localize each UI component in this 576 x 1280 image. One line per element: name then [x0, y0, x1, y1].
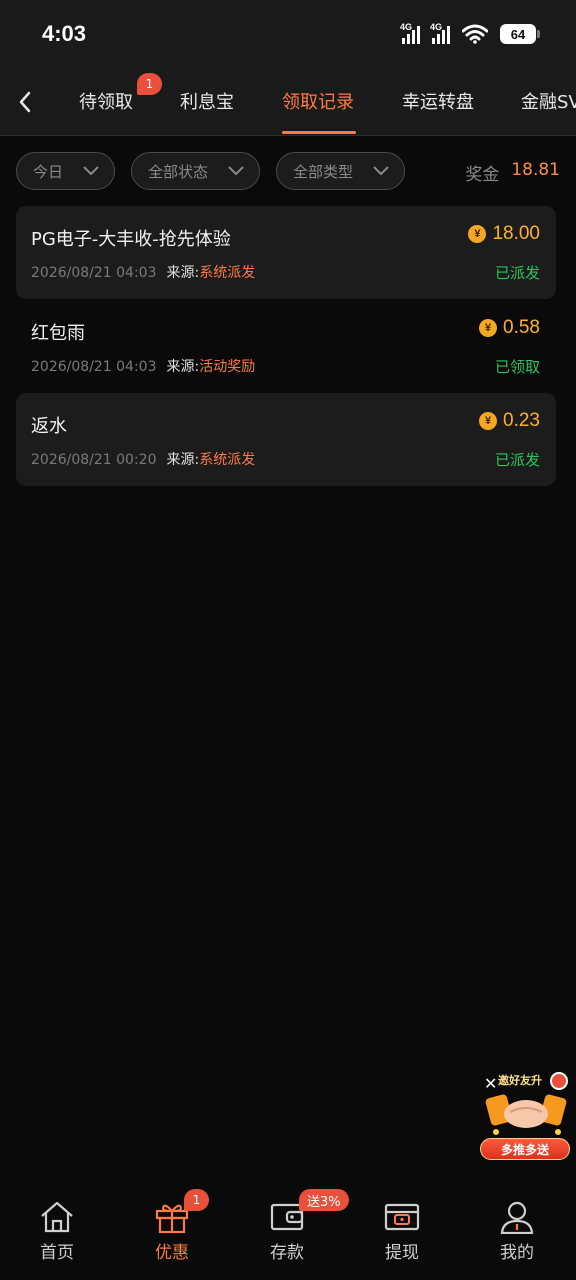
source-label: 来源: — [166, 265, 200, 281]
promo-button[interactable]: 多推多送 — [480, 1138, 570, 1160]
record-meta: 2026/08/21 00:20 来源:系统派发 — [31, 449, 255, 469]
user-icon — [500, 1201, 534, 1234]
nav-profile[interactable]: 我的 — [472, 1198, 562, 1268]
wifi-icon — [462, 24, 488, 44]
chevron-down-icon — [228, 166, 244, 176]
filter-bar: 今日 全部状态 全部类型 奖金 18.81 — [0, 152, 576, 190]
chevron-down-icon — [373, 166, 389, 176]
nav-home[interactable]: 首页 — [12, 1198, 102, 1268]
source-label: 来源: — [166, 452, 200, 468]
nav-deposit-label: 存款 — [270, 1243, 304, 1263]
handshake-icon — [485, 1094, 567, 1135]
bottom-nav: 首页 优惠 存款 提现 我的 — [0, 1180, 576, 1280]
record-amount: ¥ 0.23 — [479, 410, 540, 432]
record-amount: ¥ 18.00 — [468, 223, 540, 245]
tab-lucky-wheel[interactable]: 幸运转盘 — [402, 88, 474, 114]
record-amount: ¥ 0.58 — [479, 317, 540, 339]
deposit-bonus-tag: 送3% — [299, 1189, 349, 1211]
bonus-value: 18.81 — [511, 160, 560, 180]
type-filter[interactable]: 全部类型 — [276, 152, 405, 190]
withdraw-icon — [384, 1203, 420, 1231]
type-filter-label: 全部类型 — [293, 162, 354, 181]
signal-label: 4G — [430, 22, 443, 32]
tab-records[interactable]: 领取记录 — [282, 88, 354, 114]
yen-coin-icon: ¥ — [479, 319, 498, 337]
tab-pending[interactable]: 待领取 — [79, 88, 133, 114]
chevron-down-icon — [83, 166, 99, 176]
signal-label: 4G — [400, 22, 413, 32]
nav-offers-label: 优惠 — [155, 1243, 189, 1263]
source-label: 来源: — [166, 359, 200, 375]
record-date: 2026/08/21 04:03 — [31, 359, 157, 375]
tab-bar: 待领取 利息宝 领取记录 幸运转盘 金融SV — [0, 68, 576, 136]
record-item[interactable]: PG电子-大丰收-抢先体验 ¥ 18.00 2026/08/21 04:03 来源… — [16, 206, 556, 299]
record-status: 已领取 — [494, 358, 540, 376]
home-icon — [41, 1201, 73, 1233]
status-filter[interactable]: 全部状态 — [131, 152, 260, 190]
record-status: 已派发 — [494, 264, 540, 282]
record-item[interactable]: 红包雨 ¥ 0.58 2026/08/21 04:03 来源:活动奖励 已领取 — [16, 300, 556, 393]
amount-value: 0.58 — [503, 317, 540, 338]
nav-withdraw-label: 提现 — [385, 1243, 419, 1263]
amount-value: 0.23 — [503, 410, 540, 431]
promo-float[interactable]: 邀好友升 ✕ 多推多送 — [478, 1068, 572, 1164]
date-filter[interactable]: 今日 — [16, 152, 115, 190]
status-filter-label: 全部状态 — [148, 162, 209, 181]
record-item[interactable]: 返水 ¥ 0.23 2026/08/21 00:20 来源:系统派发 已派发 — [16, 393, 556, 486]
record-title: PG电子-大丰收-抢先体验 — [31, 229, 231, 250]
record-source: 系统派发 — [199, 452, 256, 468]
record-date: 2026/08/21 04:03 — [31, 265, 157, 281]
amount-value: 18.00 — [492, 223, 540, 244]
back-icon[interactable] — [14, 88, 38, 116]
record-source: 系统派发 — [199, 265, 256, 281]
record-title: 红包雨 — [31, 323, 85, 344]
record-title: 返水 — [31, 416, 67, 437]
record-date: 2026/08/21 00:20 — [31, 452, 157, 468]
active-tab-indicator — [282, 131, 356, 134]
tab-finance[interactable]: 金融SV — [521, 88, 576, 114]
signal-icon: 4G — [430, 22, 450, 44]
nav-withdraw[interactable]: 提现 — [357, 1198, 447, 1268]
bonus-total: 奖金 18.81 — [465, 160, 560, 185]
status-time: 4:03 — [42, 21, 87, 46]
nav-profile-label: 我的 — [500, 1243, 534, 1263]
record-status: 已派发 — [494, 451, 540, 469]
status-icons: 4G 4G 64 — [400, 22, 540, 44]
yen-coin-icon: ¥ — [479, 412, 498, 430]
record-source: 活动奖励 — [199, 359, 256, 375]
record-meta: 2026/08/21 04:03 来源:系统派发 — [31, 262, 255, 282]
date-filter-label: 今日 — [33, 162, 64, 181]
tab-interest[interactable]: 利息宝 — [180, 88, 234, 114]
nav-home-label: 首页 — [40, 1243, 74, 1263]
nav-offers-badge: 1 — [184, 1189, 209, 1211]
yen-coin-icon: ¥ — [468, 225, 487, 243]
status-bar: 4:03 4G 4G 64 — [0, 0, 576, 68]
bonus-label: 奖金 — [465, 165, 500, 185]
tab-badge: 1 — [137, 73, 162, 95]
record-meta: 2026/08/21 04:03 来源:活动奖励 — [31, 356, 255, 376]
signal-icon: 4G — [400, 22, 420, 44]
battery-icon: 64 — [500, 24, 540, 44]
battery-level: 64 — [510, 26, 526, 42]
